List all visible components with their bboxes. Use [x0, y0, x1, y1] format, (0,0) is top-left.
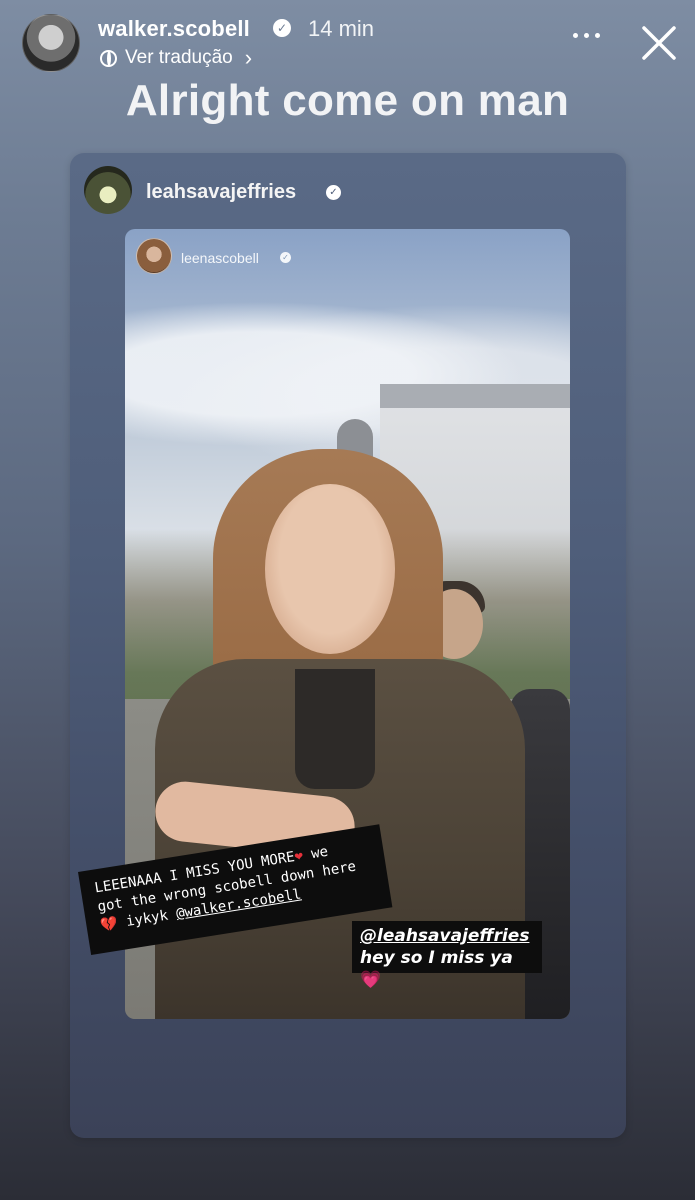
chevron-right-icon: › [244, 45, 253, 70]
translate-button[interactable]: Ver tradução › [100, 47, 252, 69]
profile-avatar[interactable] [22, 14, 80, 72]
person-shirt [295, 669, 375, 789]
inner-story-username: leenascobell [181, 250, 259, 266]
text-sticker-right: @leahsavajeffries hey so I miss ya 💗 [352, 921, 542, 990]
person-face [265, 484, 395, 654]
verified-badge-icon: ✓ [326, 185, 341, 200]
close-icon[interactable] [640, 24, 678, 62]
story-header: walker.scobell ✓ 14 min Ver tradução › [0, 0, 695, 80]
inner-story-avatar [136, 238, 172, 274]
verified-badge-icon: ✓ [280, 252, 291, 263]
shared-post-username[interactable]: leahsavajeffries [146, 181, 296, 204]
globe-icon [100, 49, 117, 67]
more-horizontal-icon[interactable] [573, 27, 605, 43]
sticker-left-line1-tail: we [301, 843, 330, 864]
mention-leahsavajeffries[interactable]: @leahsavajeffries [360, 925, 534, 947]
story-timestamp: 14 min [308, 16, 375, 41]
translate-label: Ver tradução [125, 47, 233, 68]
story-caption: Alright come on man [125, 76, 570, 125]
shared-post-avatar[interactable] [84, 166, 132, 214]
verified-badge-icon: ✓ [273, 19, 291, 37]
story-username[interactable]: walker.scobell [98, 16, 250, 42]
pink-heart-icon: 💗 [360, 970, 382, 990]
sticker-right-text: hey so I miss ya [360, 948, 513, 968]
